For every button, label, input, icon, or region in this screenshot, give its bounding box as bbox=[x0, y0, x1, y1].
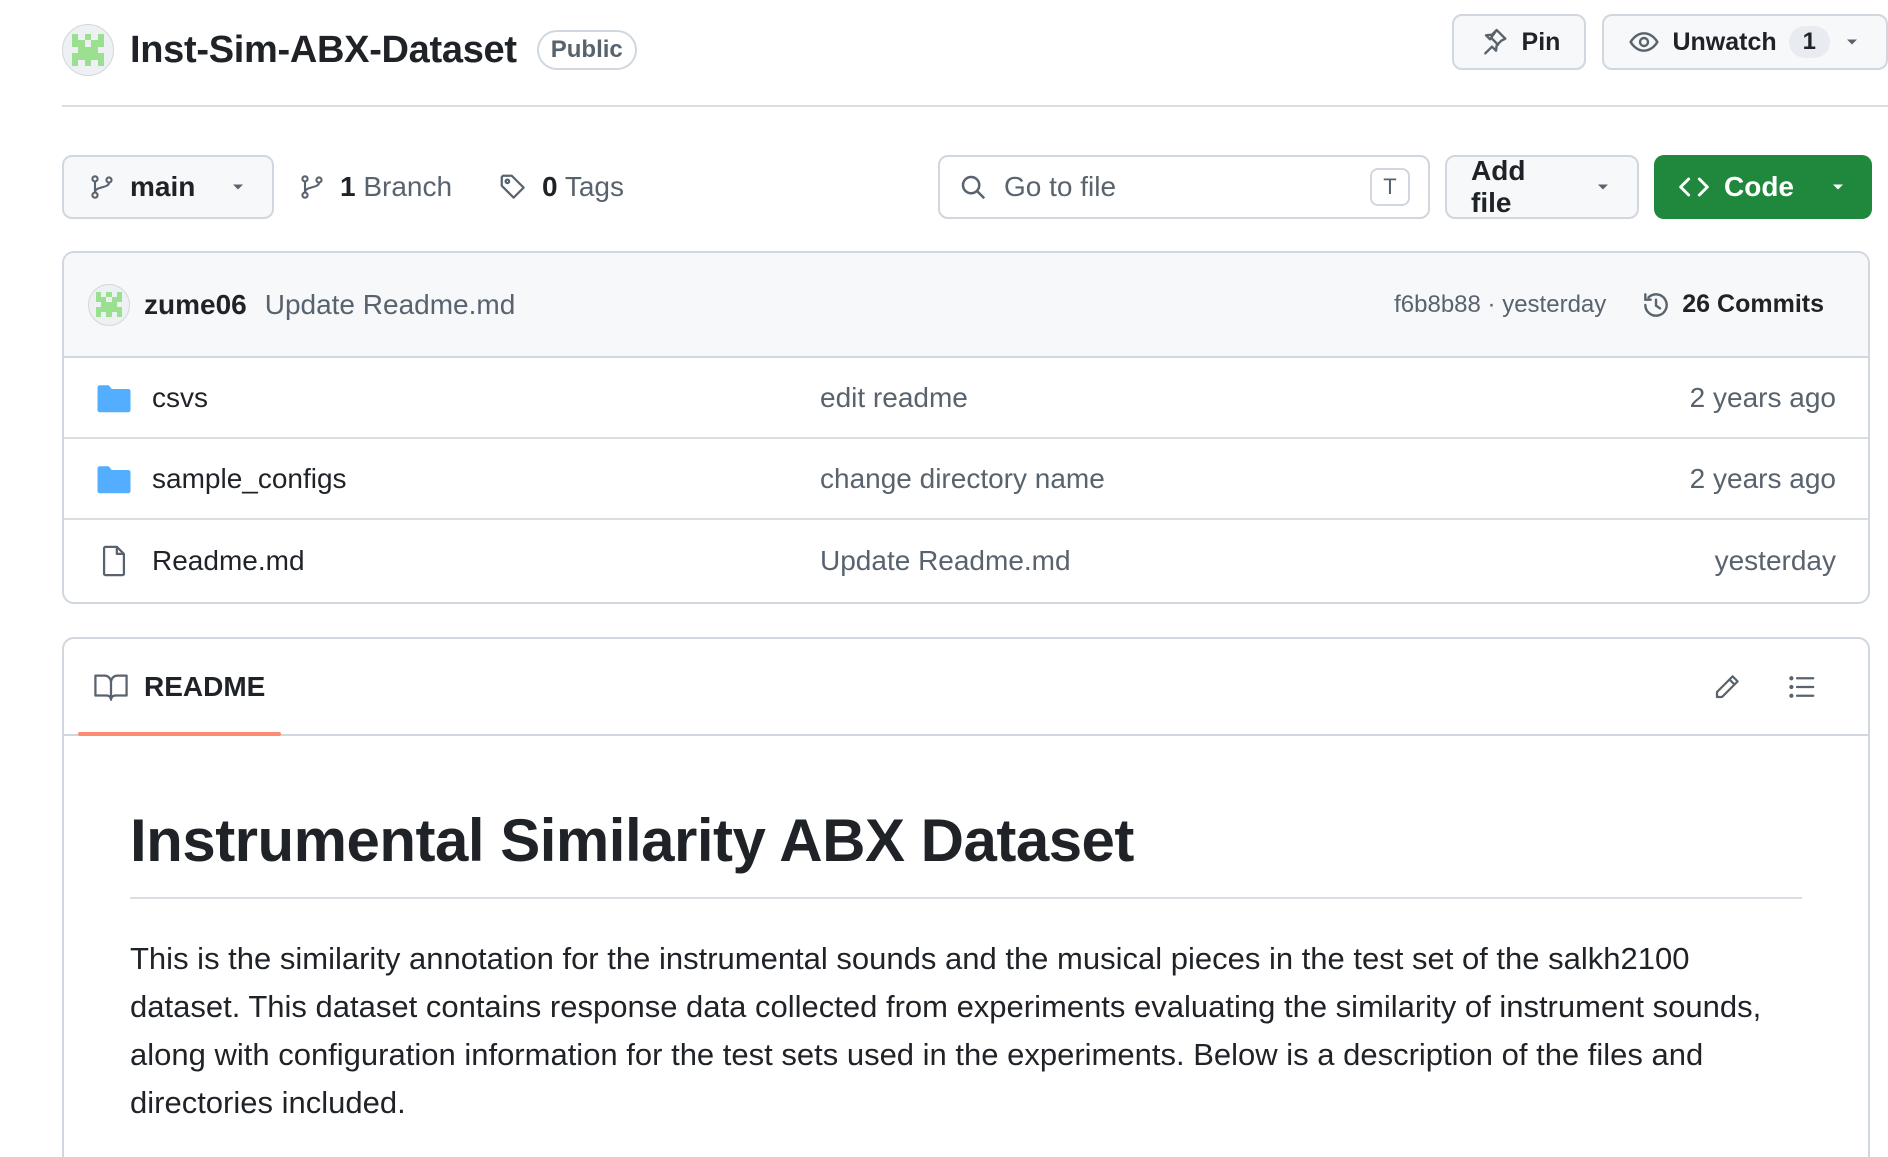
file-row[interactable]: csvs edit readme 2 years ago bbox=[64, 358, 1868, 439]
pencil-icon[interactable] bbox=[1712, 672, 1742, 702]
latest-commit-bar: zume06 Update Readme.md f6b8b88 · yester… bbox=[64, 253, 1868, 358]
commit-author[interactable]: zume06 bbox=[144, 289, 247, 321]
tag-icon bbox=[500, 174, 525, 199]
tab-readme[interactable]: README bbox=[77, 639, 282, 736]
list-icon[interactable] bbox=[1786, 672, 1818, 702]
search-icon bbox=[961, 175, 986, 200]
branch-name: main bbox=[130, 171, 196, 202]
branches-link[interactable]: 1 Branch bbox=[298, 155, 452, 219]
add-file-label: Add file bbox=[1471, 155, 1526, 218]
header-actions: Pin Unwatch 1 bbox=[1451, 14, 1888, 70]
file-name[interactable]: Readme.md bbox=[152, 545, 305, 577]
go-to-file-placeholder: Go to file bbox=[1004, 171, 1117, 202]
pin-icon bbox=[1483, 28, 1507, 55]
branch-select-button[interactable]: main bbox=[62, 155, 274, 219]
file-row[interactable]: Readme.md Update Readme.md yesterday bbox=[64, 520, 1868, 601]
eye-icon bbox=[1629, 32, 1660, 52]
repo-name[interactable]: Inst-Sim-ABX-Dataset bbox=[130, 29, 517, 72]
book-icon bbox=[94, 674, 128, 701]
pin-button[interactable]: Pin bbox=[1451, 14, 1587, 70]
watch-count: 1 bbox=[1788, 26, 1830, 58]
file-commit-message[interactable]: change directory name bbox=[820, 463, 1105, 495]
file-date: 2 years ago bbox=[1689, 381, 1836, 413]
file-commit-message[interactable]: edit readme bbox=[820, 382, 968, 414]
file-date: yesterday bbox=[1714, 544, 1836, 576]
tag-label: Tags bbox=[564, 171, 625, 202]
repo-toolbar: main 1 Branch 0 Tags Go to file T Add fi… bbox=[62, 155, 1872, 219]
readme-paragraph: This is the similarity annotation for th… bbox=[130, 941, 1762, 1120]
history-icon bbox=[1644, 292, 1669, 317]
file-date: 2 years ago bbox=[1689, 462, 1836, 494]
owner-avatar[interactable] bbox=[62, 24, 114, 76]
commit-hash-time[interactable]: f6b8b88 · yesterday bbox=[1394, 291, 1606, 319]
readme-content: Instrumental Similarity ABX Dataset This… bbox=[64, 736, 1868, 1127]
folder-icon bbox=[97, 465, 131, 493]
code-icon bbox=[1679, 177, 1709, 197]
go-to-file-input[interactable]: Go to file T bbox=[938, 155, 1430, 219]
readme-tools bbox=[1712, 672, 1818, 702]
code-label: Code bbox=[1724, 171, 1794, 202]
unwatch-button[interactable]: Unwatch 1 bbox=[1602, 14, 1888, 70]
commits-count: 26 bbox=[1682, 290, 1711, 318]
folder-icon bbox=[97, 384, 131, 412]
branch-label: Branch bbox=[363, 171, 453, 202]
file-browser: zume06 Update Readme.md f6b8b88 · yester… bbox=[62, 251, 1870, 604]
readme-tab-bar: README bbox=[64, 639, 1868, 736]
git-branch-icon bbox=[301, 175, 323, 199]
git-branch-icon bbox=[91, 175, 113, 199]
file-commit-message[interactable]: Update Readme.md bbox=[820, 545, 1071, 577]
visibility-badge: Public bbox=[536, 30, 637, 70]
keyboard-shortcut-hint: T bbox=[1370, 168, 1410, 206]
branch-count: 1 bbox=[340, 171, 356, 202]
file-name[interactable]: sample_configs bbox=[152, 463, 347, 495]
tab-readme-label: README bbox=[144, 670, 266, 702]
readme-title: Instrumental Similarity ABX Dataset bbox=[130, 806, 1802, 899]
chevron-down-icon bbox=[1847, 39, 1857, 45]
file-row[interactable]: sample_configs change directory name 2 y… bbox=[64, 439, 1868, 520]
add-file-button[interactable]: Add file bbox=[1445, 155, 1639, 219]
repo-header: Inst-Sim-ABX-Dataset Public Pin Unwatch … bbox=[62, 14, 1888, 86]
unwatch-label: Unwatch bbox=[1672, 27, 1777, 56]
readme-panel: README Instrumental Similarity ABX Datas… bbox=[62, 637, 1870, 1157]
file-name[interactable]: csvs bbox=[152, 382, 208, 414]
commits-history-link[interactable]: 26 Commits bbox=[1640, 289, 1824, 321]
chevron-down-icon bbox=[233, 184, 243, 190]
pin-label: Pin bbox=[1521, 27, 1561, 56]
file-icon bbox=[102, 545, 126, 576]
chevron-down-icon bbox=[1598, 184, 1609, 190]
chevron-down-icon bbox=[1833, 184, 1843, 190]
tag-count: 0 bbox=[542, 171, 558, 202]
header-divider bbox=[62, 105, 1888, 107]
commit-message[interactable]: Update Readme.md bbox=[265, 289, 516, 321]
code-button[interactable]: Code bbox=[1654, 155, 1872, 219]
author-avatar[interactable] bbox=[88, 283, 130, 326]
tags-link[interactable]: 0 Tags bbox=[498, 155, 624, 219]
commits-label: Commits bbox=[1717, 290, 1824, 318]
